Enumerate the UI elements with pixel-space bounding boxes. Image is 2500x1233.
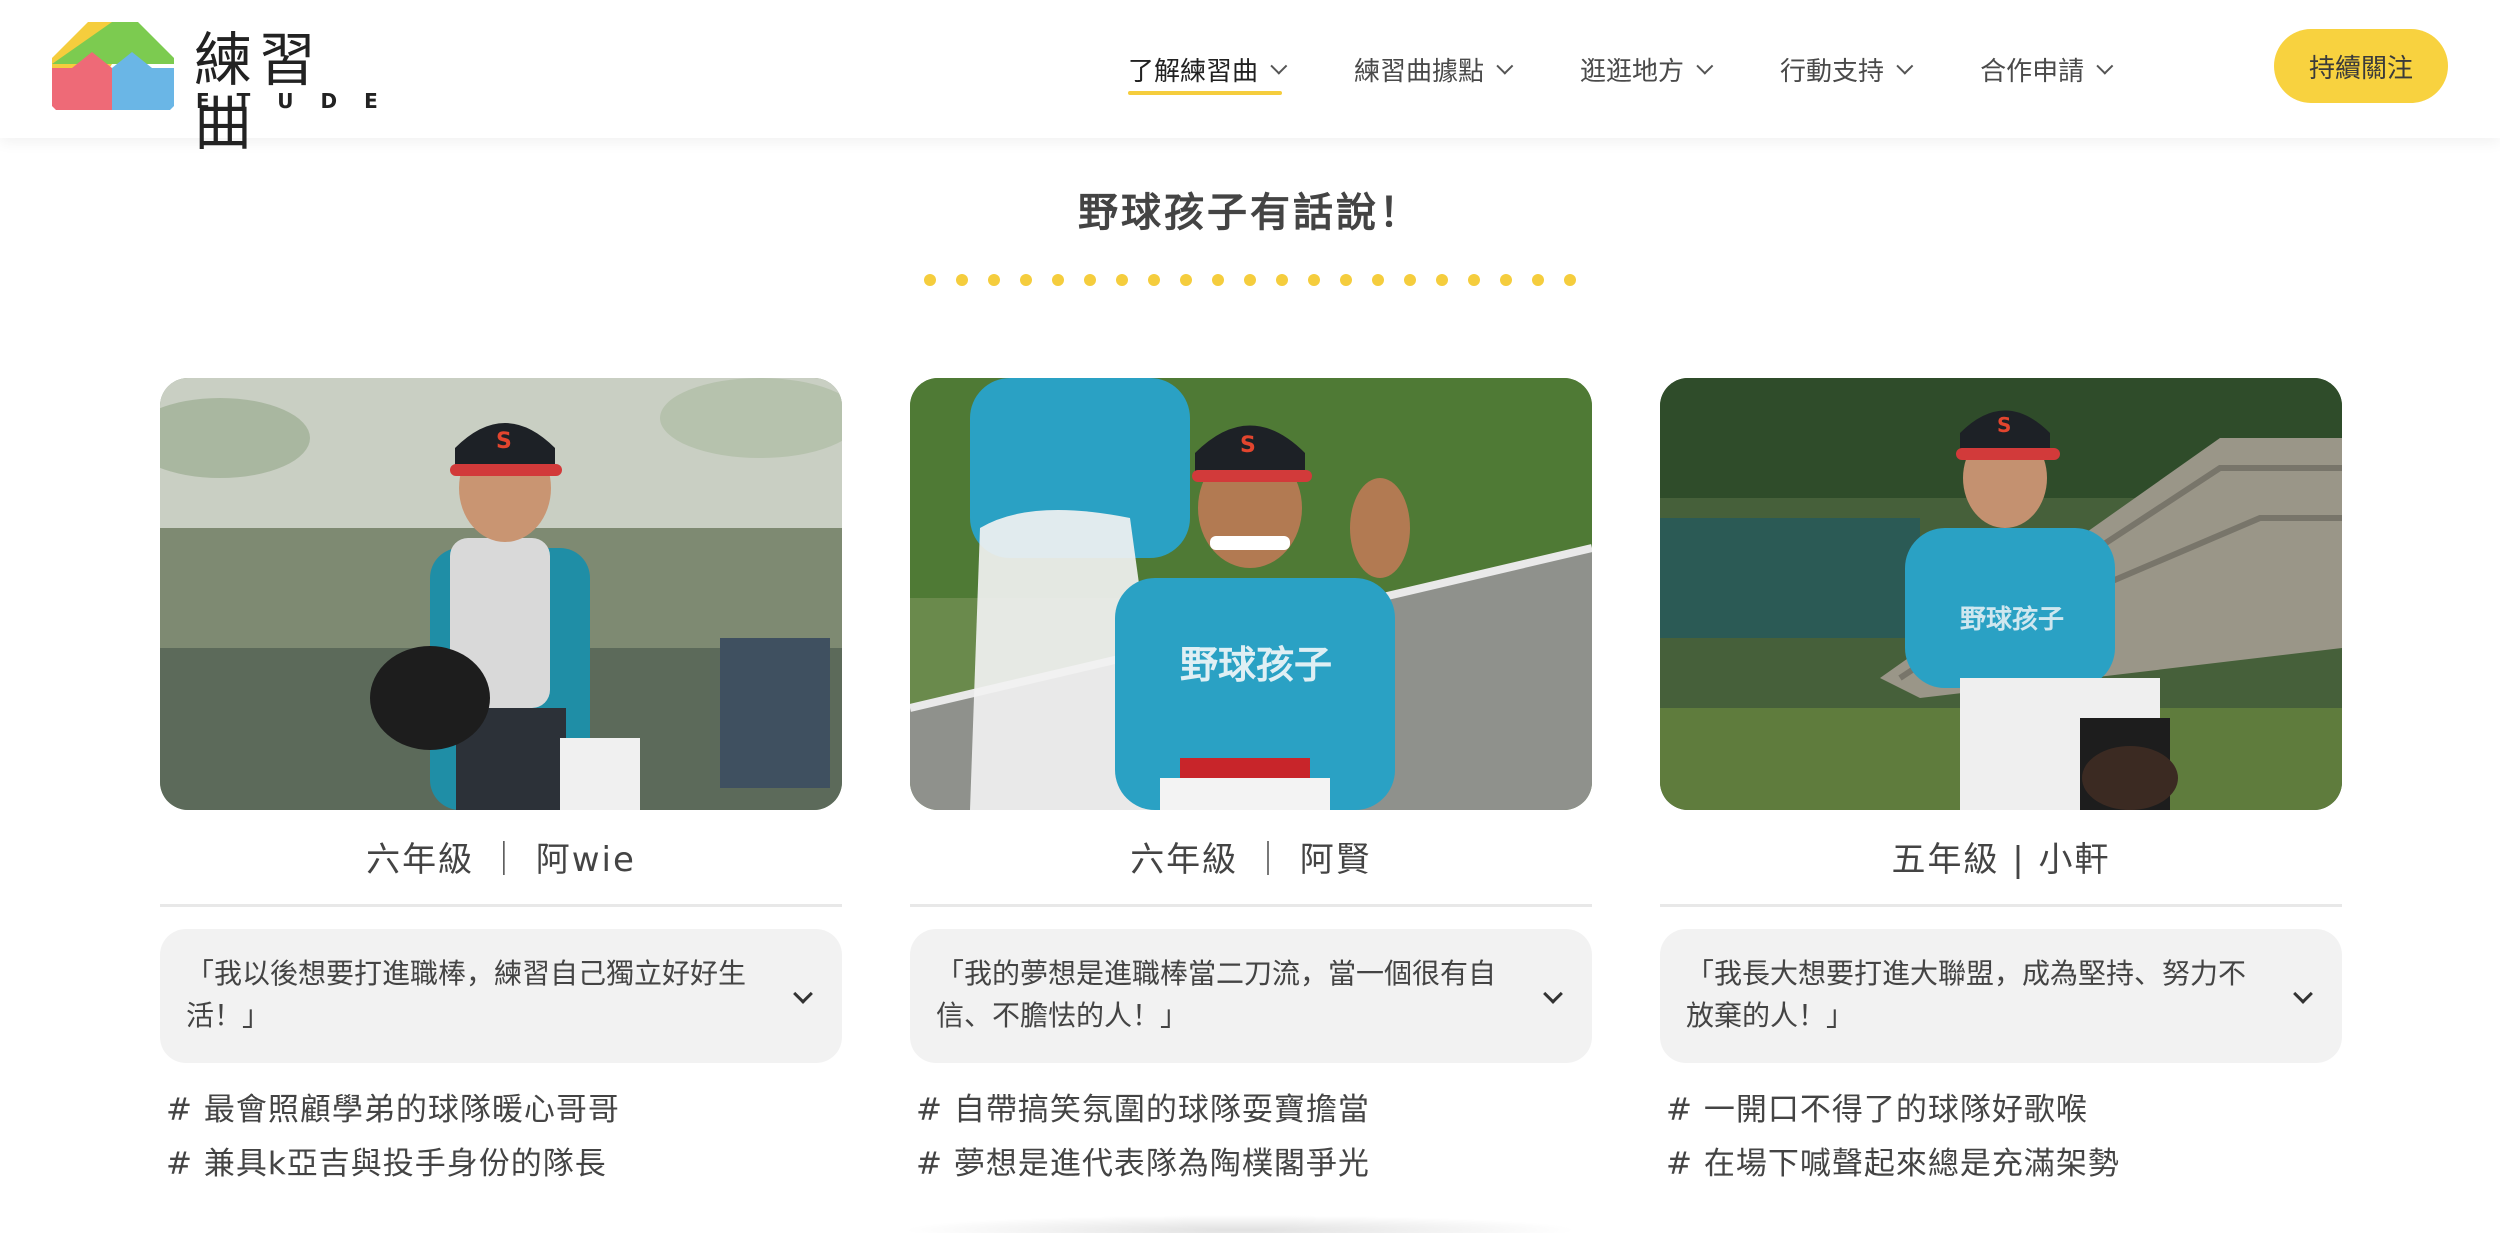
dotted-divider xyxy=(924,274,1576,286)
tag-item: # 最會照顧學弟的球隊暖心哥哥 xyxy=(166,1092,620,1128)
tag-item: # 在場下喊聲起來總是充滿架勢 xyxy=(1666,1146,2120,1182)
quote-accordion[interactable]: 「我長大想要打進大聯盟，成為堅持、努力不放棄的人！」 xyxy=(1660,929,2342,1063)
nav-item-label: 逛逛地方 xyxy=(1580,56,1685,87)
chevron-down-icon xyxy=(2293,984,2313,1004)
tag-item: # 兼具k亞吉與投手身份的隊長 xyxy=(166,1146,607,1182)
chevron-down-icon xyxy=(1496,57,1514,75)
chevron-down-icon xyxy=(2096,57,2114,75)
site-header: 練習曲 ETUDE 了解練習曲 練習曲據點 逛逛地方 行動支持 合作申請 持續關… xyxy=(0,0,2500,156)
chevron-down-icon xyxy=(1270,57,1288,75)
nav-item-label: 了解練習曲 xyxy=(1128,56,1259,87)
chevron-down-icon xyxy=(1696,57,1714,75)
tag-list: # 一開口不得了的球隊好歌喉 # 在場下喊聲起來總是充滿架勢 xyxy=(1660,1083,2342,1191)
tag-item: # 自帶搞笑氛圍的球隊耍寶擔當 xyxy=(916,1092,1370,1128)
quote-text: 「我的夢想是進職棒當二刀流，當一個很有自信、不膽怯的人！」 xyxy=(936,957,1497,1032)
chevron-down-icon xyxy=(793,984,813,1004)
logo-house-icon xyxy=(52,22,174,110)
site-logo[interactable]: 練習曲 ETUDE xyxy=(52,22,378,156)
main-nav: 了解練習曲 練習曲據點 逛逛地方 行動支持 合作申請 xyxy=(1128,0,2180,138)
tag-item: # 一開口不得了的球隊好歌喉 xyxy=(1666,1092,2088,1128)
card-divider xyxy=(1660,904,2342,907)
player-card: 野球孩子 S 六年級 ｜ 阿賢 「我的夢想是進職棒當二刀流，當一個很有自信、不膽… xyxy=(910,378,1592,1191)
section-title: 野球孩子有話說！ xyxy=(1078,190,1422,236)
svg-text:野球孩子: 野球孩子 xyxy=(1180,643,1332,687)
floating-element-shadow xyxy=(900,1215,1580,1233)
tag-item: # 夢想是進代表隊為陶樸閣爭光 xyxy=(916,1146,1370,1182)
svg-text:S: S xyxy=(1240,433,1256,458)
player-photo: 野球孩子 S xyxy=(910,378,1592,810)
nav-item-label: 合作申請 xyxy=(1980,56,2085,87)
chevron-down-icon xyxy=(1896,57,1914,75)
nav-item-about[interactable]: 了解練習曲 xyxy=(1128,39,1288,99)
player-photo: S xyxy=(160,378,842,810)
player-card: S 六年級 ｜ 阿wie 「我以後想要打進職棒，練習自己獨立好好生活！」 # 最… xyxy=(160,378,842,1191)
quote-accordion[interactable]: 「我以後想要打進職棒，練習自己獨立好好生活！」 xyxy=(160,929,842,1063)
nav-item-partnership[interactable]: 合作申請 xyxy=(1980,39,2114,99)
nav-item-explore[interactable]: 逛逛地方 xyxy=(1580,39,1714,99)
player-name: 五年級 | 小軒 xyxy=(1891,840,2111,880)
nav-item-locations[interactable]: 練習曲據點 xyxy=(1354,39,1514,99)
svg-text:S: S xyxy=(496,429,512,454)
quote-text: 「我長大想要打進大聯盟，成為堅持、努力不放棄的人！」 xyxy=(1686,957,2247,1032)
quote-accordion[interactable]: 「我的夢想是進職棒當二刀流，當一個很有自信、不膽怯的人！」 xyxy=(910,929,1592,1063)
tag-list: # 自帶搞笑氛圍的球隊耍寶擔當 # 夢想是進代表隊為陶樸閣爭光 xyxy=(910,1083,1592,1191)
player-card: 野球孩子 S 五年級 | 小軒 「我長大想要打進大聯盟，成為堅持、努力不放棄的人… xyxy=(1660,378,2342,1191)
tag-list: # 最會照顧學弟的球隊暖心哥哥 # 兼具k亞吉與投手身份的隊長 xyxy=(160,1083,842,1191)
nav-item-label: 行動支持 xyxy=(1780,56,1885,87)
player-photo: 野球孩子 S xyxy=(1660,378,2342,810)
follow-button[interactable]: 持續關注 xyxy=(2274,29,2448,103)
card-divider xyxy=(910,904,1592,907)
logo-subtitle: ETUDE xyxy=(196,89,405,113)
card-divider xyxy=(160,904,842,907)
svg-text:野球孩子: 野球孩子 xyxy=(1960,604,2064,635)
chevron-down-icon xyxy=(1543,984,1563,1004)
nav-item-support[interactable]: 行動支持 xyxy=(1780,39,1914,99)
nav-item-label: 練習曲據點 xyxy=(1354,56,1485,87)
player-name: 六年級 ｜ 阿賢 xyxy=(1130,840,1372,880)
player-name: 六年級 ｜ 阿wie xyxy=(366,840,636,880)
svg-text:S: S xyxy=(1997,413,2011,437)
quote-text: 「我以後想要打進職棒，練習自己獨立好好生活！」 xyxy=(186,957,747,1032)
